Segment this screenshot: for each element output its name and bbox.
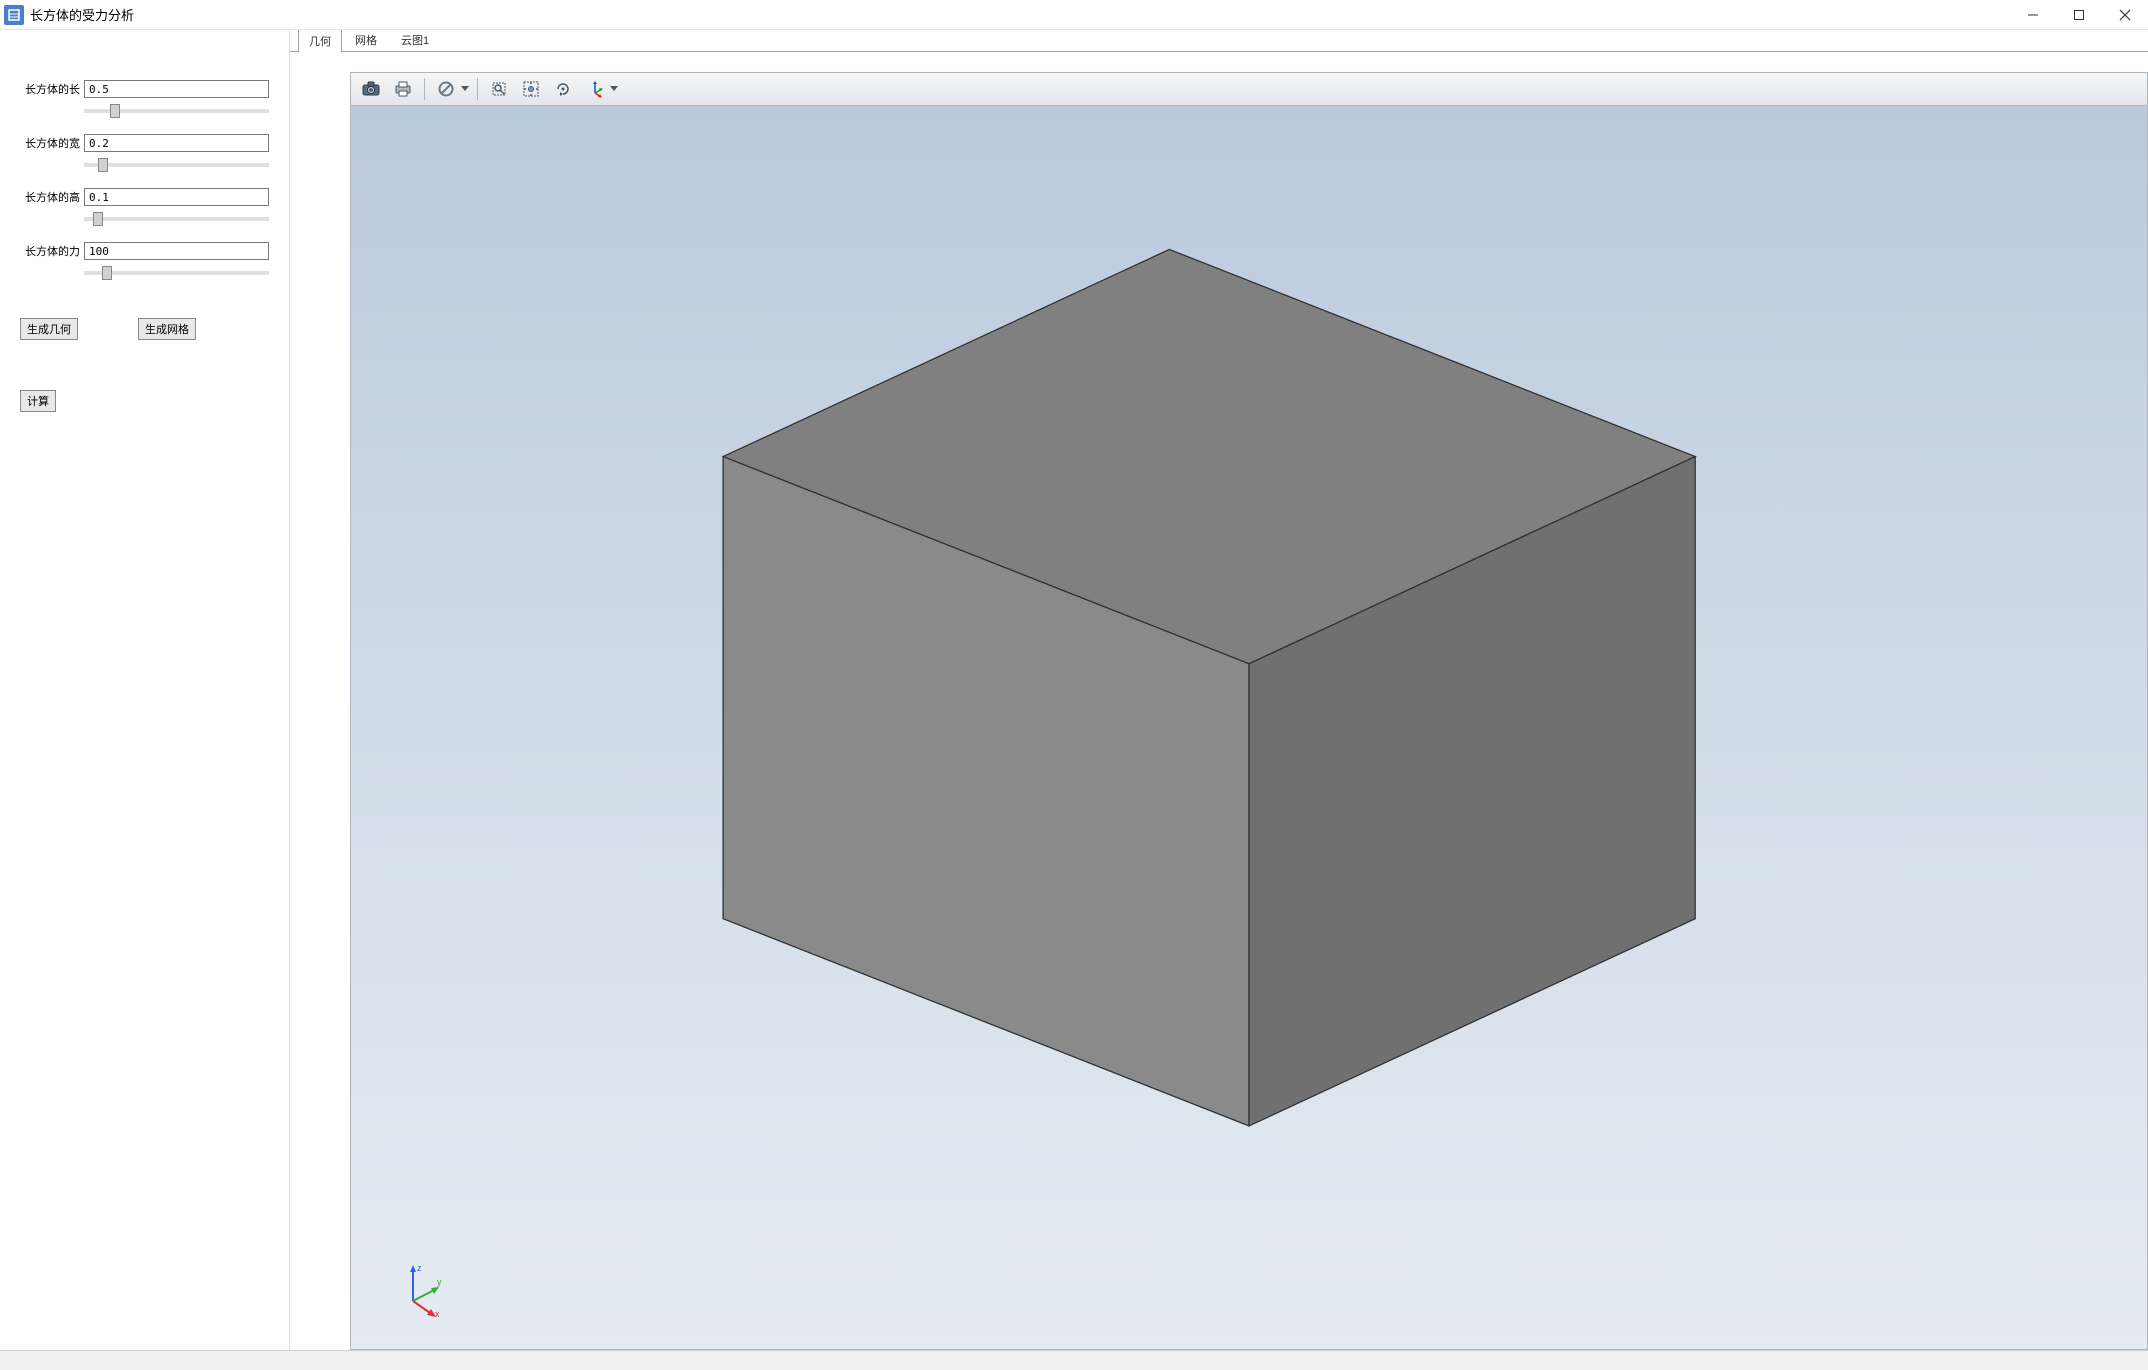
- chevron-down-icon[interactable]: [460, 86, 470, 92]
- param-length-input[interactable]: [84, 80, 269, 98]
- zoom-extents-icon[interactable]: [485, 76, 513, 102]
- statusbar: [0, 1350, 2148, 1370]
- axis-z-label: z: [417, 1263, 422, 1273]
- viewport-toolbar: [350, 72, 2148, 106]
- param-force-slider[interactable]: [84, 271, 269, 275]
- minimize-button[interactable]: [2010, 0, 2056, 29]
- tab-mesh[interactable]: 网格: [344, 30, 388, 51]
- print-icon[interactable]: [389, 76, 417, 102]
- app-icon: [4, 5, 24, 25]
- param-width-label: 长方体的宽: [20, 135, 84, 151]
- param-length-row: 长方体的长: [20, 80, 269, 98]
- axis-widget: z y x: [391, 1259, 451, 1319]
- axis-y-label: y: [437, 1277, 442, 1287]
- param-force-input[interactable]: [84, 242, 269, 260]
- maximize-button[interactable]: [2056, 0, 2102, 29]
- param-width-row: 长方体的宽: [20, 134, 269, 152]
- nosign-icon[interactable]: [432, 76, 460, 102]
- param-force-label: 长方体的力: [20, 243, 84, 259]
- compute-button[interactable]: 计算: [20, 390, 56, 412]
- tab-contour[interactable]: 云图1: [390, 30, 440, 51]
- sidebar: 长方体的长 长方体的宽 长方体的高 长方体的力: [0, 30, 290, 1350]
- toolbar-separator: [424, 78, 425, 100]
- titlebar: 长方体的受力分析: [0, 0, 2148, 30]
- close-button[interactable]: [2102, 0, 2148, 29]
- viewport-area: z y x: [290, 52, 2148, 1350]
- window-controls: [2010, 0, 2148, 29]
- app-window: 长方体的受力分析 长方体的长 长方体的宽: [0, 0, 2148, 1370]
- zoom-selection-icon[interactable]: [517, 76, 545, 102]
- window-title: 长方体的受力分析: [30, 5, 2010, 24]
- param-width-slider[interactable]: [84, 163, 269, 167]
- cuboid-geometry: [351, 106, 2147, 1349]
- param-length-slider[interactable]: [84, 109, 269, 113]
- generate-button-row: 生成几何 生成网格: [20, 318, 269, 340]
- toolbar-separator: [477, 78, 478, 100]
- param-width-input[interactable]: [84, 134, 269, 152]
- param-height-label: 长方体的高: [20, 189, 84, 205]
- chevron-down-icon[interactable]: [609, 86, 619, 92]
- viewport-3d[interactable]: z y x: [350, 106, 2148, 1350]
- camera-icon[interactable]: [357, 76, 385, 102]
- param-force-row: 长方体的力: [20, 242, 269, 260]
- axis-icon[interactable]: [581, 76, 609, 102]
- compute-row: 计算: [20, 390, 269, 412]
- tab-geometry[interactable]: 几何: [298, 30, 342, 52]
- generate-geometry-button[interactable]: 生成几何: [20, 318, 78, 340]
- param-height-input[interactable]: [84, 188, 269, 206]
- param-height-slider[interactable]: [84, 217, 269, 221]
- content-area: 长方体的长 长方体的宽 长方体的高 长方体的力: [0, 30, 2148, 1350]
- param-length-label: 长方体的长: [20, 81, 84, 97]
- generate-mesh-button[interactable]: 生成网格: [138, 318, 196, 340]
- axis-x-label: x: [435, 1309, 440, 1319]
- param-height-row: 长方体的高: [20, 188, 269, 206]
- main-area: 几何 网格 云图1: [290, 30, 2148, 1350]
- rotate-icon[interactable]: [549, 76, 577, 102]
- tabs: 几何 网格 云图1: [290, 30, 2148, 52]
